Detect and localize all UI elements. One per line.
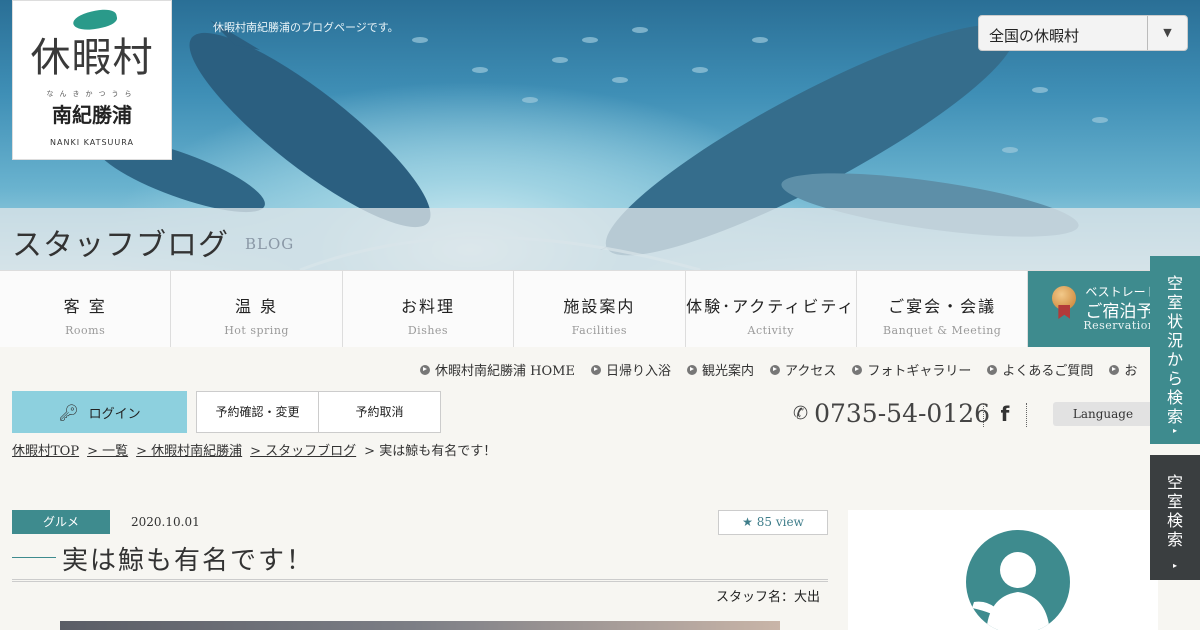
facebook-icon[interactable]: f xyxy=(983,403,1027,427)
nav-item-label: 温 泉 xyxy=(235,297,279,316)
sublink-gallery[interactable]: フォトギャラリー xyxy=(852,360,971,379)
title-rule xyxy=(12,557,56,558)
chevron-down-icon[interactable]: ▼ xyxy=(1147,16,1187,50)
nav-item-facilities[interactable]: 施設案内 Facilities xyxy=(514,271,686,347)
arrow-circle-icon xyxy=(686,364,697,375)
breadcrumb-current: > 実は鯨も有名です！ xyxy=(364,444,497,459)
sublink-sightseeing[interactable]: 観光案内 xyxy=(686,360,754,379)
nav-item-label: 体験･アクティビティ xyxy=(686,297,856,316)
main-nav: 客 室 Rooms 温 泉 Hot spring お料理 Dishes 施設案内… xyxy=(0,270,1200,347)
reserve-sublabel: Reservation xyxy=(1083,319,1156,332)
sublink-label: アクセス xyxy=(784,364,837,379)
sublink-home[interactable]: 休暇村南紀勝浦 HOME xyxy=(420,360,575,379)
reservation-cancel-button[interactable]: 予約取消 xyxy=(318,391,441,433)
nav-item-label: 客 室 xyxy=(63,297,107,316)
page-title-band: スタッフブログ BLOG xyxy=(0,208,1200,270)
logo-ruby: なんきかつうら xyxy=(46,90,138,98)
phone-number[interactable]: ✆ 0735-54-0126 xyxy=(793,399,990,428)
sublink-label: 観光案内 xyxy=(701,364,754,379)
nav-item-sublabel: Banquet & Meeting xyxy=(882,324,1002,337)
sublink-day-bath[interactable]: 日帰り入浴 xyxy=(590,360,671,379)
sublink-label: 休暇村南紀勝浦 HOME xyxy=(435,364,575,379)
post-title: 実は鯨も有名です！ xyxy=(12,538,828,582)
nav-item-label: 施設案内 xyxy=(563,297,636,316)
arrow-circle-icon xyxy=(590,364,601,375)
site-logo[interactable]: 休暇村 なんきかつうら 南紀勝浦 NANKI KATSUURA xyxy=(12,0,172,160)
chevron-right-icon: ▸ xyxy=(1172,426,1177,435)
post-image xyxy=(60,621,780,630)
arrow-circle-icon xyxy=(769,364,780,375)
availability-search-tab[interactable]: 空室状況から検索 ▸ xyxy=(1150,256,1200,444)
availability-search-label: 空室状況から検索 xyxy=(1166,274,1183,426)
nav-item-sublabel: Dishes xyxy=(407,324,449,337)
breadcrumb-item[interactable]: > 一覧 xyxy=(87,440,128,459)
nav-item-sublabel: Facilities xyxy=(571,324,627,337)
breadcrumb-item[interactable]: 休暇村TOP xyxy=(12,440,79,459)
arrow-circle-icon xyxy=(987,364,998,375)
sublink-more[interactable]: お xyxy=(1109,360,1137,379)
nav-item-sublabel: Rooms xyxy=(65,324,106,337)
nav-item-label: お料理 xyxy=(400,297,455,316)
chevron-right-icon: ▸ xyxy=(1172,561,1177,570)
sublink-access[interactable]: アクセス xyxy=(769,360,837,379)
page-title: スタッフブログ xyxy=(12,228,229,263)
nav-item-rooms[interactable]: 客 室 Rooms xyxy=(0,271,172,347)
sublink-label: よくあるご質問 xyxy=(1002,364,1094,379)
region-select-value: 全国の休暇村 xyxy=(989,27,1080,45)
sublink-faq[interactable]: よくあるご質問 xyxy=(987,360,1093,379)
nav-item-hot-spring[interactable]: 温 泉 Hot spring xyxy=(171,271,343,347)
sublink-label: お xyxy=(1124,364,1138,379)
staff-silhouette-icon xyxy=(972,552,1050,630)
logo-name: 休暇村 xyxy=(30,35,154,81)
room-search-label: 空室検索 xyxy=(1166,473,1183,549)
nav-item-banquet[interactable]: ご宴会・会議 Banquet & Meeting xyxy=(856,271,1029,347)
breadcrumb: 休暇村TOP > 一覧 > 休暇村南紀勝浦 > スタッフブログ > 実は鯨も有名… xyxy=(12,440,504,459)
arrow-circle-icon xyxy=(1109,364,1120,375)
staff-profile-card xyxy=(848,510,1158,630)
sublink-label: フォトギャラリー xyxy=(867,364,972,379)
nav-item-activity[interactable]: 体験･アクティビティ Activity xyxy=(685,271,857,347)
breadcrumb-item[interactable]: > スタッフブログ xyxy=(250,440,356,459)
login-label: ログイン xyxy=(88,406,141,422)
nav-item-sublabel: Activity xyxy=(747,324,794,337)
room-search-tab[interactable]: 空室検索 ▸ xyxy=(1150,455,1200,580)
phone-icon: ✆ xyxy=(793,403,809,424)
hero-banner: 休暇村 なんきかつうら 南紀勝浦 NANKI KATSUURA 休暇村南紀勝浦の… xyxy=(0,0,1200,270)
reservation-confirm-button[interactable]: 予約確認・変更 xyxy=(196,391,319,433)
view-count: ★ 85 view xyxy=(718,510,828,535)
sublink-label: 日帰り入浴 xyxy=(605,364,671,379)
sub-links: 休暇村南紀勝浦 HOME 日帰り入浴 観光案内 アクセス フォトギャラリー よく… xyxy=(420,360,1153,379)
post-title-text: 実は鯨も有名です！ xyxy=(62,546,315,576)
breadcrumb-item[interactable]: > 休暇村南紀勝浦 xyxy=(136,440,242,459)
nav-item-dishes[interactable]: お料理 Dishes xyxy=(342,271,515,347)
language-button[interactable]: Language xyxy=(1053,402,1153,426)
post-date: 2020.10.01 xyxy=(131,515,200,529)
avatar xyxy=(966,530,1070,630)
key-icon: 🔑︎ xyxy=(58,402,79,422)
logo-place: 南紀勝浦 xyxy=(52,103,132,127)
category-tag[interactable]: グルメ xyxy=(12,510,110,534)
arrow-circle-icon xyxy=(420,364,430,375)
region-select[interactable]: 全国の休暇村 ▼ xyxy=(978,15,1188,51)
arrow-circle-icon xyxy=(852,364,863,375)
site-tagline: 休暇村南紀勝浦のブログページです。 xyxy=(213,21,399,34)
nav-item-label: ご宴会・会議 xyxy=(888,297,997,316)
staff-name: スタッフ名：大出 xyxy=(716,590,821,605)
logo-romaji: NANKI KATSUURA xyxy=(50,138,134,147)
page-title-en: BLOG xyxy=(245,235,295,253)
phone-number-text: 0735-54-0126 xyxy=(814,399,991,428)
ribbon-icon xyxy=(1058,305,1071,319)
login-button[interactable]: 🔑︎ ログイン xyxy=(12,391,187,433)
nav-item-sublabel: Hot spring xyxy=(224,324,289,337)
